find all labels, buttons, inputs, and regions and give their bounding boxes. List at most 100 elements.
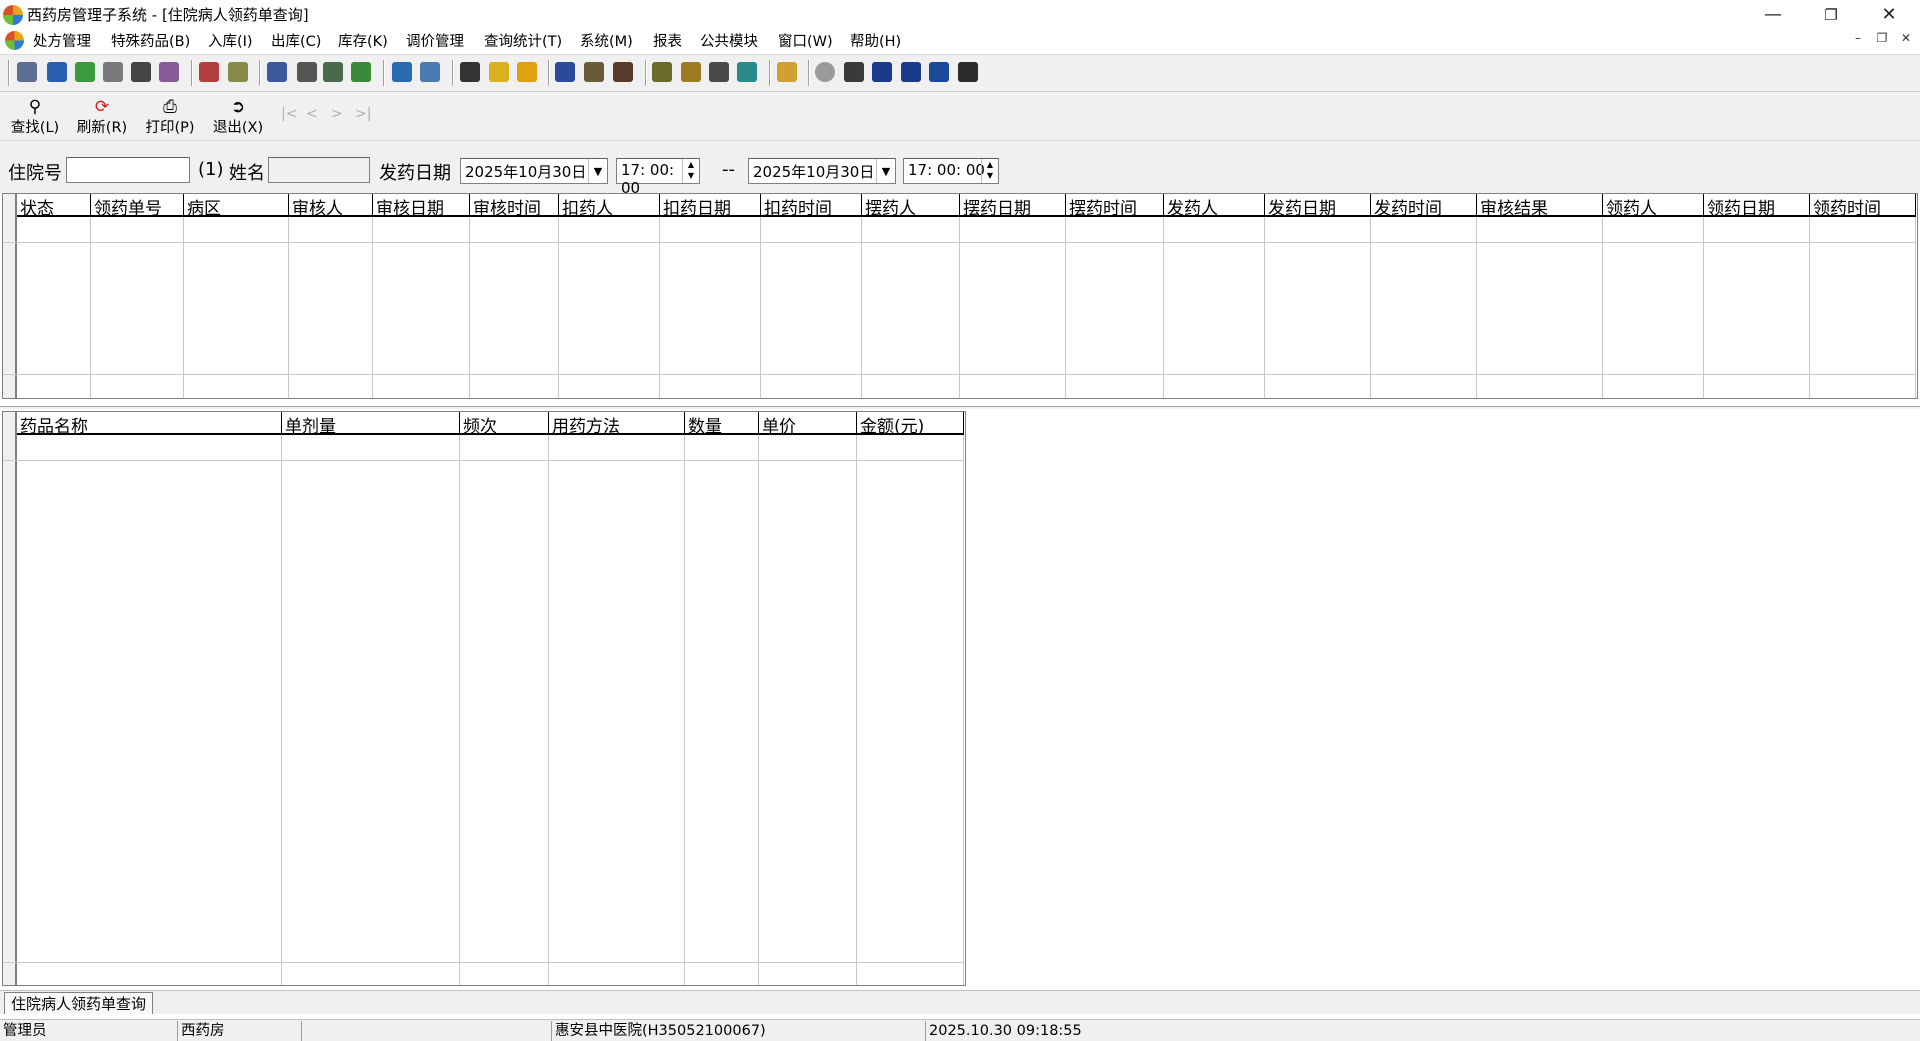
- gift-icon[interactable]: [159, 62, 179, 82]
- chevron-down-icon[interactable]: ▼: [876, 159, 895, 183]
- window-icon[interactable]: [420, 62, 440, 82]
- drug-column-header[interactable]: 金额(元): [857, 412, 964, 435]
- chart-edit-icon[interactable]: [392, 62, 412, 82]
- to-date-picker[interactable]: 2025年10月30日 ▼: [748, 158, 896, 184]
- requisition-column-header[interactable]: 摆药日期: [960, 194, 1066, 217]
- drug-column-header[interactable]: 药品名称: [17, 412, 282, 435]
- menu-price-adjust[interactable]: 调价管理: [404, 30, 466, 51]
- drug-column-header[interactable]: 数量: [685, 412, 759, 435]
- spin-updown-icon[interactable]: ▲ ▼: [981, 159, 998, 183]
- drug-detail-grid[interactable]: 药品名称 单剂量 频次 用药方法 数量 单价 金额(元): [2, 411, 966, 986]
- menu-stock-in[interactable]: 入库(I): [206, 30, 255, 51]
- requisition-column-header[interactable]: 扣药时间: [761, 194, 862, 217]
- prev-record-icon[interactable]: <: [306, 106, 318, 122]
- disc-icon[interactable]: [815, 62, 835, 82]
- calendar-icon[interactable]: [517, 62, 537, 82]
- requisition-column-header[interactable]: 审核日期: [373, 194, 470, 217]
- first-record-icon[interactable]: |<: [281, 106, 297, 122]
- menu-window[interactable]: 窗口(W): [776, 30, 835, 51]
- document-icon[interactable]: [103, 62, 123, 82]
- requisition-column-header[interactable]: 扣药人: [559, 194, 660, 217]
- last-record-icon[interactable]: >|: [355, 106, 371, 122]
- print-button[interactable]: ⎙ 打印(P): [138, 96, 202, 138]
- minimize-button[interactable]: —: [1744, 0, 1802, 29]
- mdi-restore-button[interactable]: ❐: [1872, 31, 1892, 45]
- menu-special-drugs[interactable]: 特殊药品(B): [109, 30, 192, 51]
- requisition-grid[interactable]: 状态 领药单号 病区 审核人 审核日期 审核时间 扣药人 扣药日期 扣药时间 摆药人 摆药日期 摆药时…: [2, 193, 1918, 399]
- drug-column-header[interactable]: 频次: [460, 412, 549, 435]
- close-button[interactable]: ✕: [1860, 0, 1918, 29]
- mail-check-icon[interactable]: [75, 62, 95, 82]
- requisition-column-header[interactable]: 审核人: [289, 194, 373, 217]
- requisition-column-header[interactable]: 摆药时间: [1066, 194, 1164, 217]
- from-date-value: 2025年10月30日: [465, 163, 587, 181]
- next-record-icon[interactable]: >: [331, 106, 343, 122]
- folder-icon[interactable]: [652, 62, 672, 82]
- drug-column-header[interactable]: 单价: [759, 412, 857, 435]
- stamp-icon[interactable]: [199, 62, 219, 82]
- tile-horizontal-icon[interactable]: [872, 62, 892, 82]
- requisition-column-header[interactable]: 领药人: [1603, 194, 1704, 217]
- excel-icon[interactable]: [737, 62, 757, 82]
- menu-reports[interactable]: 报表: [651, 30, 684, 51]
- app-logo-icon: [3, 5, 23, 25]
- prescription-icon[interactable]: [17, 62, 37, 82]
- magnifier-icon[interactable]: [709, 62, 729, 82]
- mdi-close-button[interactable]: ✕: [1896, 31, 1916, 45]
- tab-inpatient-requisition-query[interactable]: 住院病人领药单查询: [4, 992, 154, 1014]
- mdi-logo-icon[interactable]: [5, 31, 24, 50]
- from-time-stepper[interactable]: 17: 00: 00 ▲ ▼: [616, 158, 700, 197]
- thermometer-icon[interactable]: [681, 62, 701, 82]
- checkmark-icon[interactable]: [297, 62, 317, 82]
- requisition-column-header[interactable]: 发药人: [1164, 194, 1265, 217]
- menu-system[interactable]: 系统(M): [578, 30, 635, 51]
- to-time-stepper[interactable]: 17: 00: 00 ▲ ▼: [903, 158, 999, 184]
- door-exit-icon[interactable]: [958, 62, 978, 82]
- clipboard-check-icon[interactable]: [351, 62, 371, 82]
- requisition-column-header[interactable]: 领药日期: [1704, 194, 1810, 217]
- menu-prescription[interactable]: 处方管理: [31, 30, 93, 51]
- requisition-column-header[interactable]: 状态: [17, 194, 91, 217]
- requisition-column-header[interactable]: 发药日期: [1265, 194, 1371, 217]
- requisition-column-header[interactable]: 病区: [184, 194, 289, 217]
- requisition-column-header[interactable]: 发药时间: [1371, 194, 1477, 217]
- binoculars-icon[interactable]: [131, 62, 151, 82]
- requisition-column-header[interactable]: 扣药日期: [660, 194, 761, 217]
- mdi-minimize-button[interactable]: –: [1848, 31, 1868, 45]
- drug-column-header[interactable]: 单剂量: [282, 412, 460, 435]
- clipboard-icon[interactable]: [323, 62, 343, 82]
- zoom-icon[interactable]: [844, 62, 864, 82]
- exit-button[interactable]: ➲ 退出(X): [206, 96, 270, 138]
- menu-stock-out[interactable]: 出库(C): [269, 30, 323, 51]
- refresh-button[interactable]: ⟳ 刷新(R): [70, 96, 134, 138]
- requisition-column-header[interactable]: 领药单号: [91, 194, 184, 217]
- cascade-icon[interactable]: [901, 62, 921, 82]
- card-icon[interactable]: [228, 62, 248, 82]
- chevron-down-icon[interactable]: ▼: [588, 159, 607, 183]
- requisition-column-header[interactable]: 审核结果: [1477, 194, 1603, 217]
- requisition-column-header[interactable]: 审核时间: [470, 194, 559, 217]
- menu-help[interactable]: 帮助(H): [848, 30, 903, 51]
- bell-icon[interactable]: [489, 62, 509, 82]
- menu-common-modules[interactable]: 公共模块: [698, 30, 760, 51]
- splitter[interactable]: [0, 406, 1920, 409]
- spin-updown-icon[interactable]: ▲ ▼: [682, 159, 699, 183]
- restore-button[interactable]: ❐: [1802, 0, 1860, 29]
- package-icon[interactable]: [555, 62, 575, 82]
- from-date-picker[interactable]: 2025年10月30日 ▼: [460, 158, 608, 184]
- inpatient-no-input[interactable]: [66, 157, 190, 183]
- grid-icon[interactable]: [460, 62, 480, 82]
- arrange-icon[interactable]: [929, 62, 949, 82]
- export-icon[interactable]: [777, 62, 797, 82]
- truck-icon[interactable]: [584, 62, 604, 82]
- find-button[interactable]: ⚲ 查找(L): [3, 96, 67, 138]
- delivery-icon[interactable]: [613, 62, 633, 82]
- requisition-column-header[interactable]: 领药时间: [1810, 194, 1916, 217]
- book-icon[interactable]: [267, 62, 287, 82]
- menu-query-stats[interactable]: 查询统计(T): [482, 30, 564, 51]
- requisition-column-header[interactable]: 摆药人: [862, 194, 960, 217]
- menu-inventory[interactable]: 库存(K): [336, 30, 390, 51]
- bottle-icon[interactable]: [47, 62, 67, 82]
- name-input[interactable]: [268, 157, 370, 183]
- drug-column-header[interactable]: 用药方法: [549, 412, 685, 435]
